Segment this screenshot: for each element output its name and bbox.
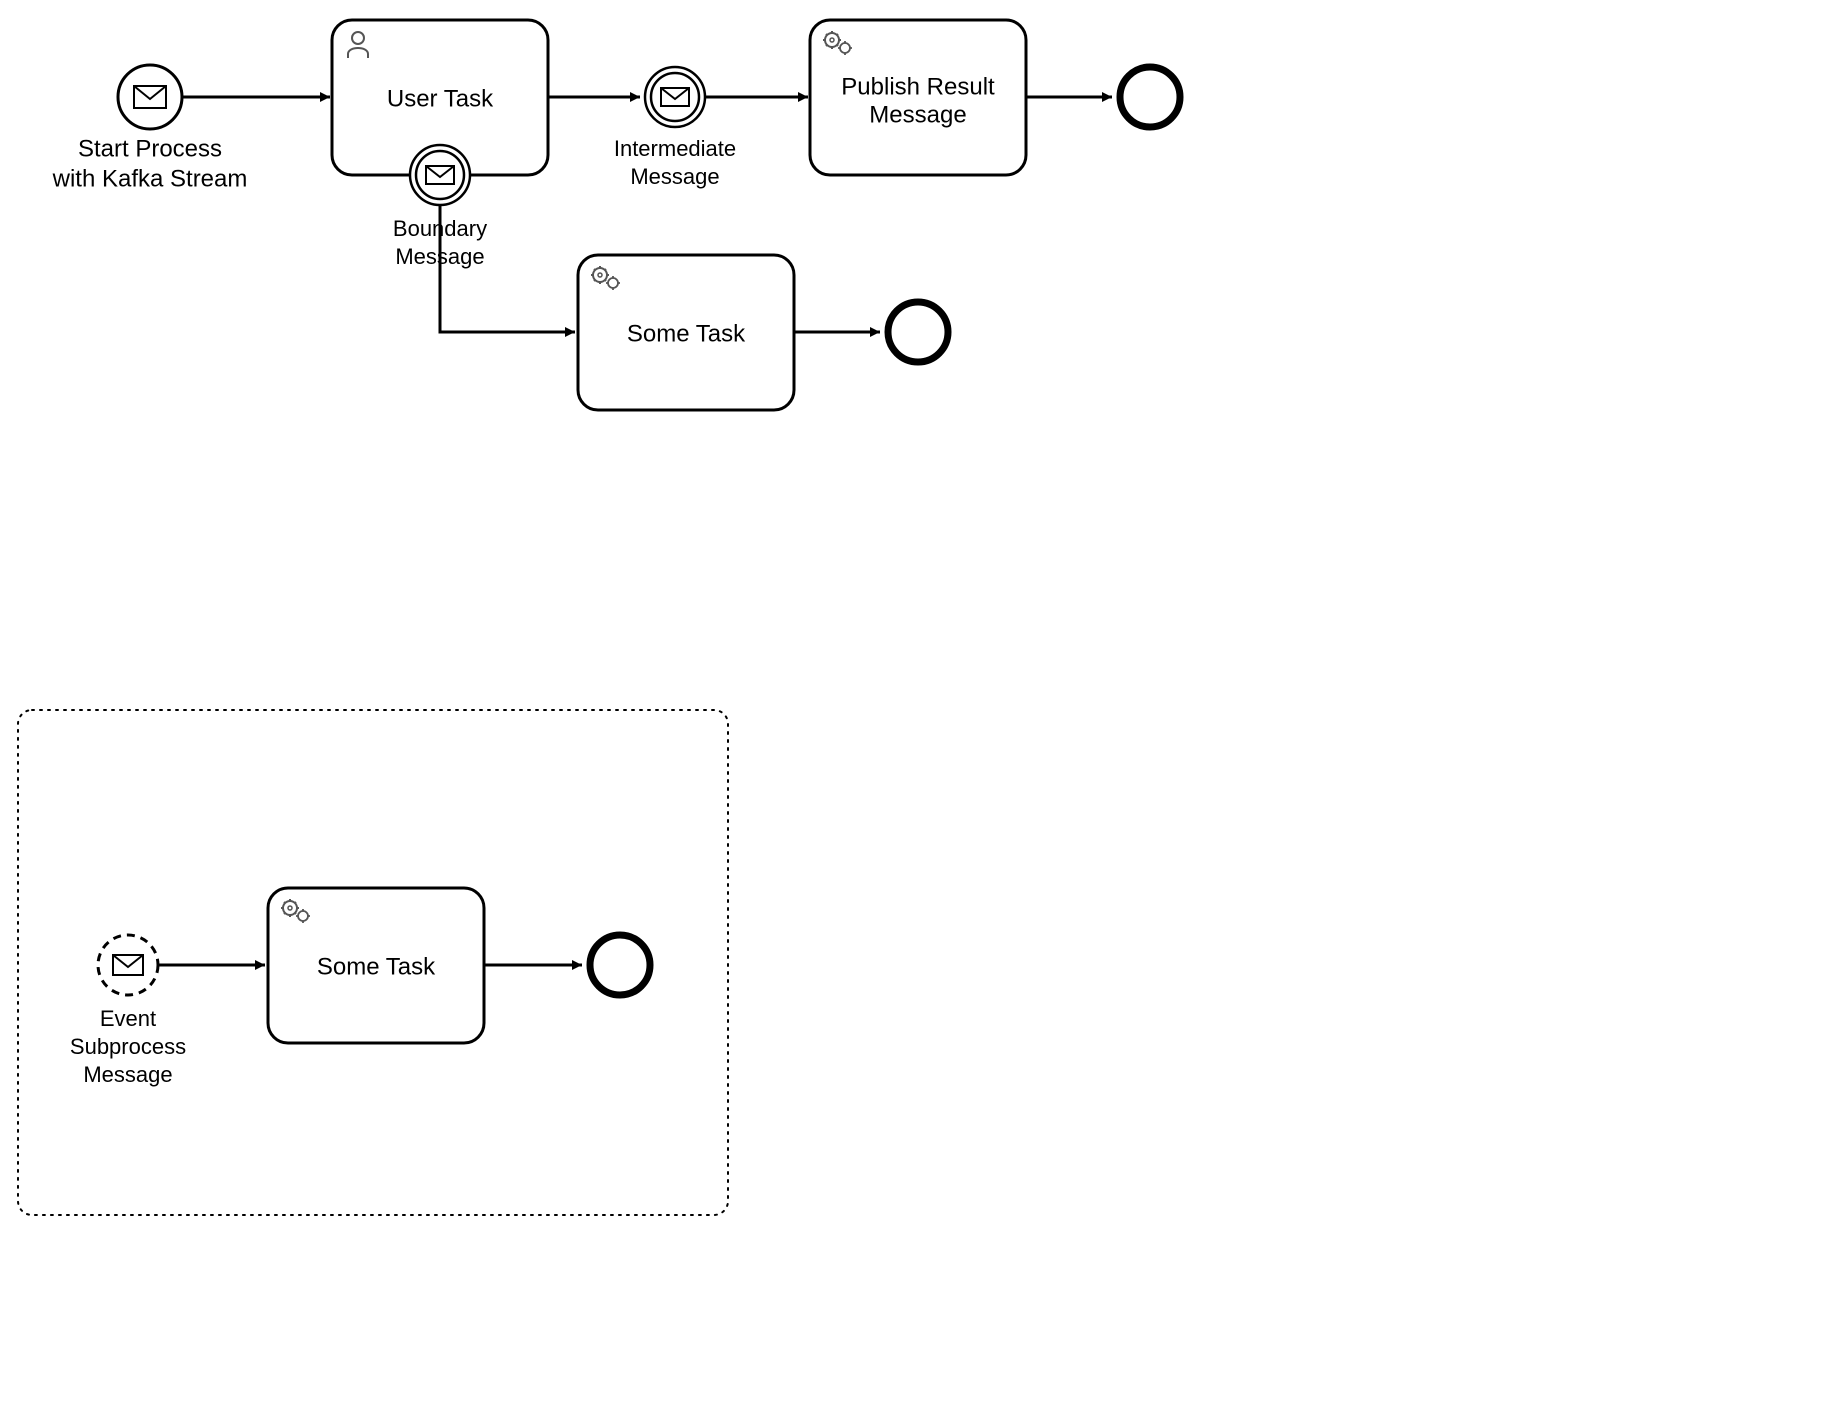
- subprocess-end-event[interactable]: [590, 935, 650, 995]
- subprocess-start-label-line1: Event: [100, 1006, 156, 1031]
- start-event[interactable]: [118, 65, 182, 129]
- subprocess-start-event[interactable]: [98, 935, 158, 995]
- intermediate-message-label-line1: Intermediate: [614, 136, 736, 161]
- user-task-label: User Task: [387, 85, 494, 112]
- envelope-icon: [113, 955, 143, 975]
- end-event[interactable]: [1120, 67, 1180, 127]
- intermediate-message-label-line2: Message: [630, 164, 719, 189]
- envelope-icon: [661, 88, 689, 106]
- subprocess-some-task-label: Some Task: [317, 953, 436, 980]
- some-task-label: Some Task: [627, 320, 746, 347]
- publish-task-label-line2: Message: [869, 101, 966, 128]
- envelope-icon: [134, 86, 166, 108]
- end-event[interactable]: [888, 302, 948, 362]
- subprocess-start-label-line2: Subprocess: [70, 1034, 186, 1059]
- publish-result-task[interactable]: Publish Result Message: [810, 20, 1026, 175]
- subprocess-some-task[interactable]: Some Task: [268, 888, 484, 1043]
- some-task[interactable]: Some Task: [578, 255, 794, 410]
- subprocess-start-label-line3: Message: [83, 1062, 172, 1087]
- bpmn-diagram: Start Process with Kafka Stream User Tas…: [0, 0, 1830, 1425]
- intermediate-message-event[interactable]: [645, 67, 705, 127]
- boundary-message-event[interactable]: [410, 145, 470, 205]
- start-event-label-line2: with Kafka Stream: [52, 165, 248, 192]
- publish-task-label-line1: Publish Result: [841, 73, 995, 100]
- start-event-label-line1: Start Process: [78, 135, 222, 162]
- envelope-icon: [426, 166, 454, 184]
